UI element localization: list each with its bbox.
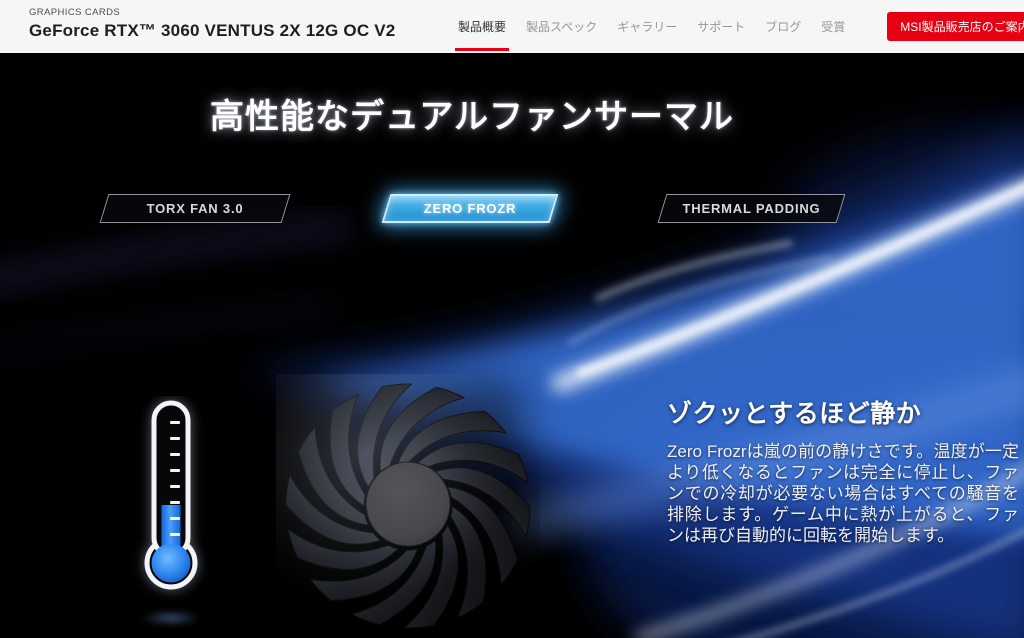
- tab-torx-fan[interactable]: TORX FAN 3.0: [99, 194, 291, 223]
- product-nav: 製品概要 製品スペック ギャラリー サポート ブログ 受賞 MSI製品販売店のご…: [454, 0, 1024, 53]
- tab-zero-frozr[interactable]: ZERO FROZR: [381, 194, 559, 223]
- fan-icon: [214, 304, 611, 638]
- tab-thermal-padding[interactable]: THERMAL PADDING: [657, 194, 846, 223]
- product-title: GeForce RTX™ 3060 VENTUS 2X 12G OC V2: [29, 21, 396, 40]
- feature-heading: ゾクッとするほど静か: [667, 400, 922, 428]
- tab-zero-label: ZERO FROZR: [423, 201, 517, 216]
- nav-tab-blog[interactable]: ブログ: [765, 0, 801, 53]
- feature-body: Zero Frozrは嵐の前の静けさです。温度が一定より低くなるとファンは完全に…: [667, 442, 1019, 545]
- tab-torx-label: TORX FAN 3.0: [146, 201, 244, 216]
- hero-title: 高性能なデュアルファンサーマル: [210, 98, 734, 136]
- feature-text-block: ゾクッとするほど静か Zero Frozrは嵐の前の静けさです。温度が一定より低…: [667, 394, 1019, 546]
- nav-tab-support[interactable]: サポート: [697, 0, 745, 53]
- page-header: GRAPHICS CARDS GeForce RTX™ 3060 VENTUS …: [0, 0, 1024, 53]
- breadcrumb-category: GRAPHICS CARDS: [29, 7, 121, 18]
- nav-tab-overview[interactable]: 製品概要: [454, 0, 510, 53]
- thermometer-icon: [116, 396, 236, 636]
- nav-tab-specs[interactable]: 製品スペック: [526, 0, 597, 53]
- nav-tab-awards[interactable]: 受賞: [821, 0, 845, 53]
- tab-thermal-label: THERMAL PADDING: [682, 201, 821, 216]
- hero-section: 高性能なデュアルファンサーマル TORX FAN 3.0 ZERO FROZR …: [0, 53, 1024, 638]
- where-to-buy-button[interactable]: MSI製品販売店のご案内: [887, 12, 1024, 41]
- nav-tab-gallery[interactable]: ギャラリー: [617, 0, 677, 53]
